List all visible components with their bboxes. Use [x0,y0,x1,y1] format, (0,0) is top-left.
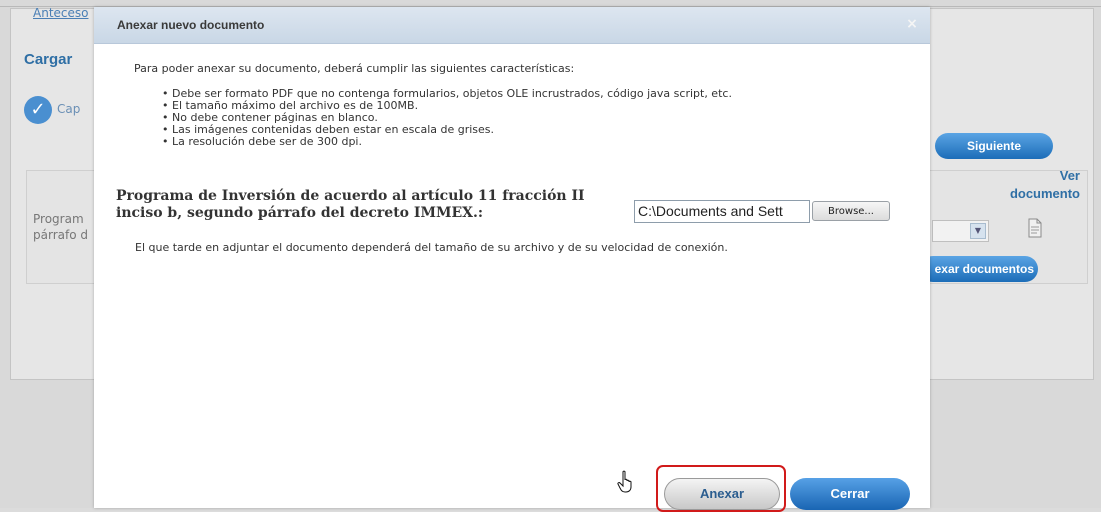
field-label-line1: Programa de Inversión de acuerdo al artí… [116,188,585,204]
row-text-line1: Program [33,212,84,226]
attach-document-dialog: Anexar nuevo documento × Para poder anex… [94,7,930,512]
chevron-down-icon: ▼ [970,223,986,239]
view-document-header: Ver documento [980,167,1080,203]
row-text-line2: párrafo d [33,228,88,242]
file-field-label: Programa de Inversión de acuerdo al artí… [116,188,616,222]
file-path-input[interactable]: C:\Documents and Sett [634,200,810,223]
requirement-item: La resolución debe ser de 300 dpi. [162,136,732,148]
section-title: Cargar [24,51,73,68]
view-doc-line2: documento [1009,186,1080,201]
hand-cursor-icon [617,470,632,493]
document-select[interactable]: ▼ [932,220,989,242]
dialog-header: Anexar nuevo documento × [94,7,930,44]
attach-documents-button[interactable]: exar documentos [920,256,1038,282]
next-button[interactable]: Siguiente [935,133,1053,159]
document-row-text: Program párrafo d [33,211,93,243]
requirements-list: Debe ser formato PDF que no contenga for… [162,88,732,148]
check-circle-icon: ✓ [24,96,52,124]
requirements-intro: Para poder anexar su documento, deberá c… [134,62,575,75]
browse-button[interactable]: Browse... [812,201,890,221]
attach-button[interactable]: Anexar [664,478,780,510]
dialog-title: Anexar nuevo documento [117,18,265,32]
step-label: Cap [57,102,81,116]
view-doc-line1: Ver [1059,168,1080,183]
close-icon[interactable]: × [904,16,920,32]
upload-time-note: El que tarde en adjuntar el documento de… [135,241,728,254]
document-icon[interactable] [1028,218,1042,238]
close-button[interactable]: Cerrar [790,478,910,510]
field-label-line2: inciso b, segundo párrafo del decreto IM… [116,205,484,221]
antecedentes-link[interactable]: Anteceso [33,6,88,20]
